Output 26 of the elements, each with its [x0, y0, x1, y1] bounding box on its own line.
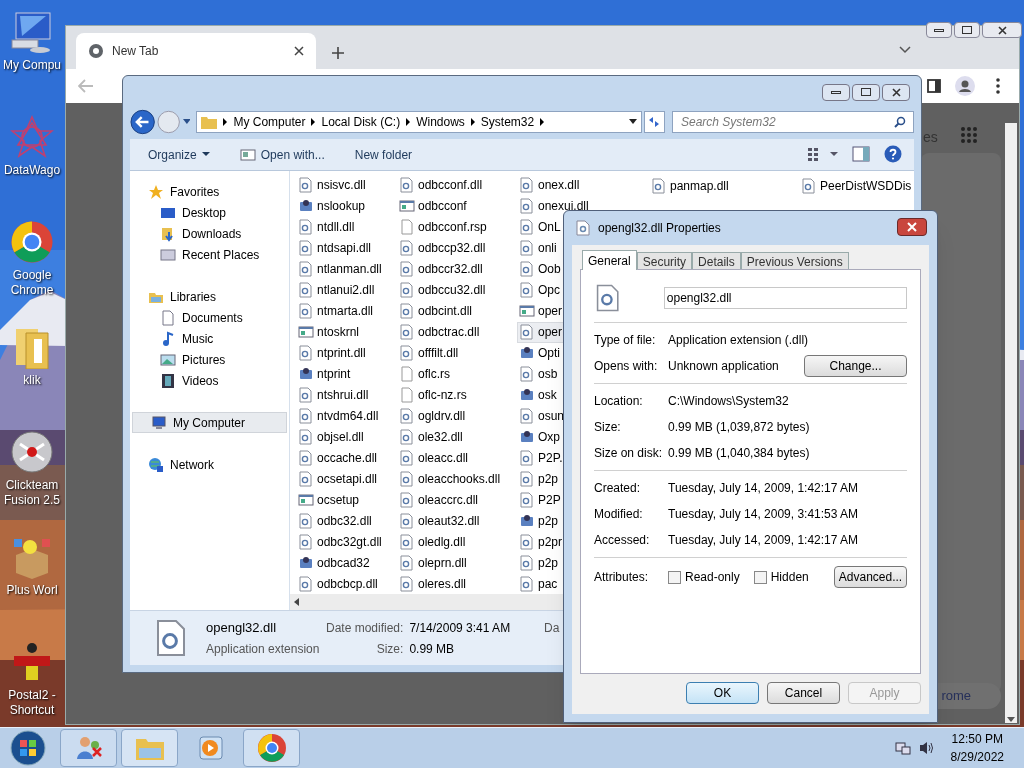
tab-title: New Tab [112, 43, 160, 60]
field-label: Location: [594, 393, 644, 410]
field-value: Tuesday, July 14, 2009, 1:42:17 AM [668, 480, 860, 497]
field-value: Unknown application [668, 358, 780, 375]
field-label: Accessed: [594, 532, 651, 549]
field-label: Size on disk: [594, 445, 664, 462]
field-label: Modified: [594, 506, 644, 523]
field-label: Size: [594, 419, 622, 436]
field-label: Attributes: [594, 569, 650, 586]
dialog-title: opengl32.dll Properties [598, 220, 721, 237]
field-value: Application extension (.dll) [668, 332, 810, 349]
file-type: Application extension [206, 641, 321, 659]
detail-label: Date modified: [326, 619, 404, 637]
field-value: 0.99 MB (1,040,384 bytes) [668, 445, 811, 462]
field-label: Type of file: [594, 332, 657, 349]
file-name: opengl32.dll [206, 618, 278, 637]
field-label: Created: [594, 480, 642, 497]
field-value: C:\Windows\System32 [668, 393, 790, 410]
field-value: 0.99 MB (1,039,872 bytes) [668, 419, 811, 436]
field-value: Tuesday, July 14, 2009, 3:41:53 AM [668, 506, 860, 523]
detail-label: Da [544, 620, 560, 637]
field-value: Tuesday, July 14, 2009, 1:42:17 AM [668, 532, 860, 549]
field-label: Opens with: [594, 358, 659, 375]
detail-label: Size: [375, 640, 404, 658]
detail-value: 7/14/2009 3:41 AM [409, 619, 511, 637]
detail-value: 0.99 MB [409, 640, 456, 658]
